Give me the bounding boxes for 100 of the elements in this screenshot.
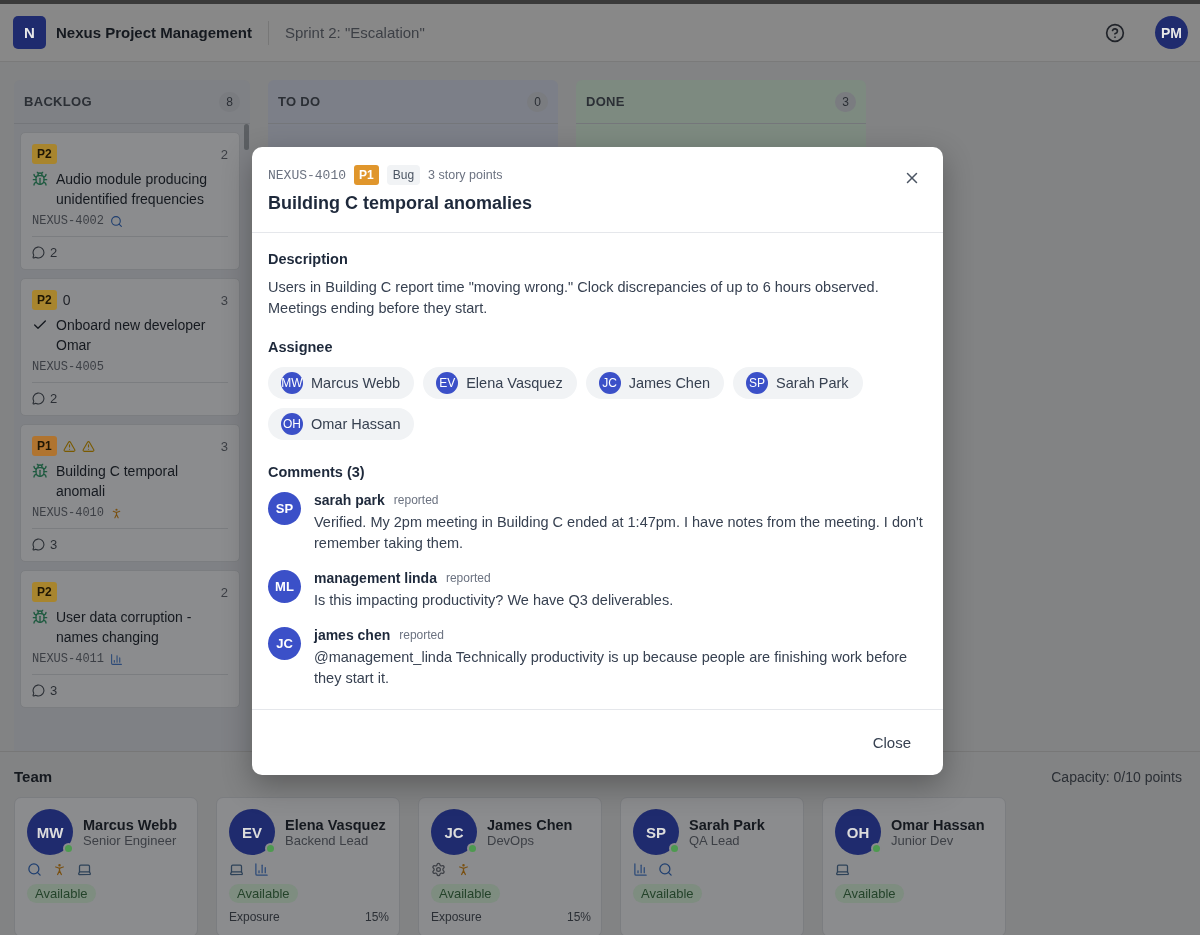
member-name: Sarah Park [689, 816, 765, 833]
card-count: 0 [62, 292, 71, 308]
status-badge: Available [27, 884, 96, 903]
comment-icon [32, 684, 45, 697]
bug-icon [32, 463, 48, 479]
assignee-avatar: SP [746, 372, 769, 394]
member-name: Elena Vasquez [285, 816, 386, 833]
comment-count: 2 [50, 391, 58, 406]
issue-id: NEXUS-4002 [32, 214, 104, 228]
comment-author: sarah park [314, 492, 385, 508]
bug-icon [32, 171, 48, 187]
assignee-chip[interactable]: OH Omar Hassan [268, 408, 415, 440]
exposure-label: Exposure [431, 910, 482, 924]
member-avatar: SP [633, 809, 679, 855]
sprint-name: Sprint 2: "Escalation" [284, 24, 426, 41]
bug-icon [32, 609, 48, 625]
issue-id: NEXUS-4010 [268, 167, 346, 183]
issue-card[interactable]: P2 0 3 Onboard new developer Omar NEXUS-4005 2 [20, 278, 240, 416]
description-text: Users in Building C report time "moving wrong." Clock discrepancies of up to 6 hours observed. Meetings ending before they start. [268, 278, 880, 318]
assignee-chip[interactable]: MW Marcus Webb [268, 367, 415, 399]
member-avatar: MW [27, 809, 73, 855]
assignee-avatar: EV [436, 372, 459, 394]
section-heading: Description [268, 251, 349, 267]
section-heading: Assignee [268, 339, 334, 355]
commenter-avatar: SP [268, 492, 301, 525]
priority-badge: P2 [32, 582, 57, 602]
issue-card[interactable]: P2 2 Audio module producing unidentified frequencies NEXUS-4002 2 [20, 132, 240, 270]
exposure-value: 15% [566, 910, 591, 924]
assignee-name: Marcus Webb [311, 375, 401, 391]
assignee-name: Omar Hassan [311, 416, 401, 432]
member-avatar: JC [431, 809, 477, 855]
assignee-name: Sarah Park [776, 375, 849, 391]
dialog-title: Building C temporal anomalies [268, 193, 534, 214]
status-badge: Available [633, 884, 702, 903]
member-name: Marcus Webb [83, 816, 177, 833]
priority-badge: P1 [32, 436, 57, 456]
assignee-chip[interactable]: SP Sarah Park [733, 367, 863, 399]
card-title: Onboard new developer Omar [56, 316, 207, 355]
member-name: James Chen [487, 816, 573, 833]
section-heading: Comments (3) [268, 464, 366, 480]
story-points: 3 story points [428, 168, 503, 182]
card-title: User data corruption - names changing [56, 608, 193, 647]
priority-badge: P2 [32, 144, 57, 164]
member-role: Senior Engineer [83, 832, 177, 848]
assignee-chip[interactable]: JC James Chen [585, 367, 725, 399]
member-avatar: OH [835, 809, 881, 855]
exposure-value: 15% [364, 910, 389, 924]
column-title: BACKLOG [24, 94, 92, 109]
priority-badge: P2 [32, 290, 57, 310]
exposure-label: Exposure [229, 910, 280, 924]
close-button[interactable]: Close [856, 726, 927, 759]
story-points: 3 [220, 292, 228, 308]
issue-id: NEXUS-4011 [32, 652, 104, 666]
comment-count: 2 [50, 245, 58, 260]
help-icon[interactable] [1105, 22, 1125, 43]
comment-icon [32, 246, 45, 259]
status-badge: Available [229, 884, 298, 903]
comment-tag: reported [399, 628, 444, 642]
column-title: TO DO [278, 94, 321, 109]
comment-author: james chen [314, 627, 391, 643]
status-badge: Available [835, 884, 904, 903]
column-count: 3 [835, 91, 856, 112]
issue-card[interactable]: P2 2 User data corruption - names changing NEXUS-4011 3 [20, 570, 240, 708]
assignee-avatar: JC [598, 372, 621, 394]
issue-id: NEXUS-4005 [32, 360, 104, 374]
member-role: Junior Dev [891, 832, 955, 848]
comment-text: Is this impacting productivity? We have Q3 deliverables. [314, 591, 674, 610]
member-role: DevOps [487, 832, 535, 848]
member-role: QA Lead [689, 832, 741, 848]
column-count: 0 [527, 91, 548, 112]
issue-card[interactable]: P1 3 Building C temporal anomali NEXUS-4010 3 [20, 424, 240, 562]
comment-icon [32, 538, 45, 551]
comment-text: Verified. My 2pm meeting in Building C ended at 1:47pm. I have notes from the meeting. I don't remember taking them. [314, 513, 924, 553]
member-name: Omar Hassan [891, 816, 985, 833]
card-title: Building C temporal anomali [56, 462, 180, 501]
column-count: 8 [219, 91, 240, 112]
story-points: 3 [220, 438, 228, 454]
story-points: 2 [220, 146, 228, 162]
priority-badge: P1 [354, 165, 379, 185]
assignee-avatar: MW [281, 372, 303, 394]
comment-author: management linda [314, 570, 437, 586]
issue-type-tag: Bug [386, 165, 421, 185]
app-title: Nexus Project Management [56, 20, 269, 45]
member-avatar: EV [229, 809, 275, 855]
comment-tag: reported [445, 571, 491, 585]
commenter-avatar: ML [268, 570, 301, 603]
comment-tag: reported [393, 493, 439, 507]
comment-icon [32, 392, 45, 405]
issue-id: NEXUS-4010 [32, 506, 104, 520]
member-role: Backend Lead [285, 832, 369, 848]
assignee-avatar: OH [281, 413, 303, 435]
assignee-name: James Chen [628, 375, 711, 391]
comment-text: @management_linda Technically productivity is up because people are finishing work before they start it. [314, 648, 909, 688]
capacity-label: Capacity: 0/10 points [1051, 768, 1182, 785]
card-title: Audio module producing unidentified frequencies [56, 170, 208, 209]
user-avatar[interactable]: PM [1155, 16, 1188, 49]
assignee-chip[interactable]: EV Elena Vasquez [423, 367, 577, 399]
comment-count: 3 [50, 683, 58, 698]
scrollbar-thumb[interactable] [244, 124, 249, 150]
column-title: DONE [586, 94, 625, 109]
